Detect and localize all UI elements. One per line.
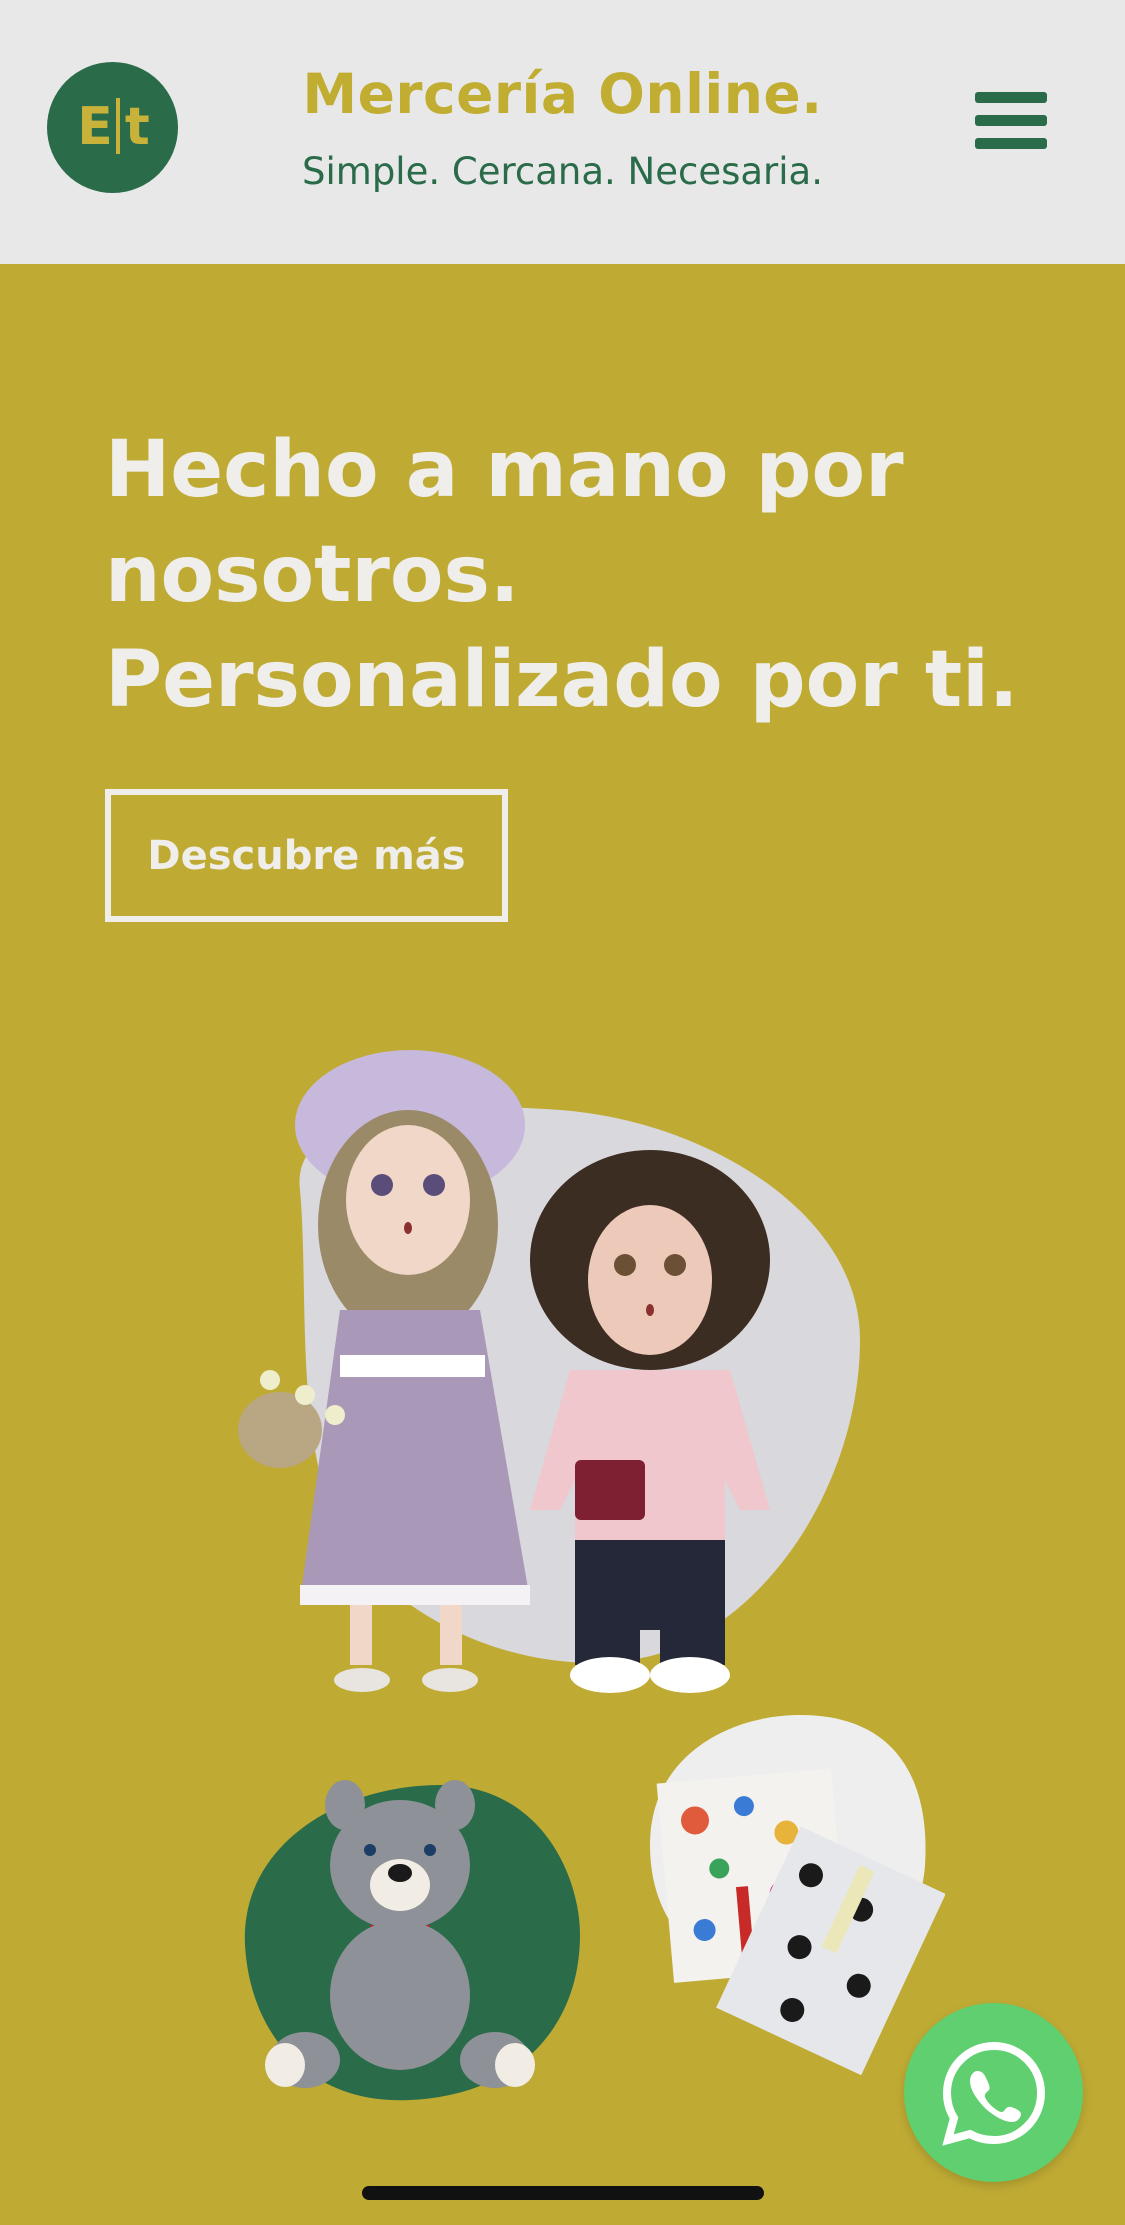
site-title: Mercería Online. [302, 62, 823, 126]
discover-more-button[interactable]: Descubre más [105, 789, 508, 922]
hero-heading: Hecho a mano por nosotros. Personalizado… [105, 418, 1019, 733]
whatsapp-icon [941, 2041, 1045, 2146]
site-tagline: Simple. Cercana. Necesaria. [302, 150, 823, 193]
hero-heading-line: Personalizado por ti. [105, 635, 1019, 725]
home-indicator [362, 2186, 764, 2200]
hero-heading-line: Hecho a mano por [105, 425, 904, 515]
crochet-bear-image [244, 1780, 580, 2101]
hamburger-icon[interactable] [975, 92, 1047, 156]
site-header: Et Mercería Online. Simple. Cercana. Nec… [0, 0, 1125, 264]
dolls-image [238, 1050, 860, 1693]
fabric-pouches-image [650, 1715, 945, 2075]
whatsapp-button[interactable] [904, 2003, 1083, 2182]
hero-heading-line: nosotros. [105, 530, 520, 620]
